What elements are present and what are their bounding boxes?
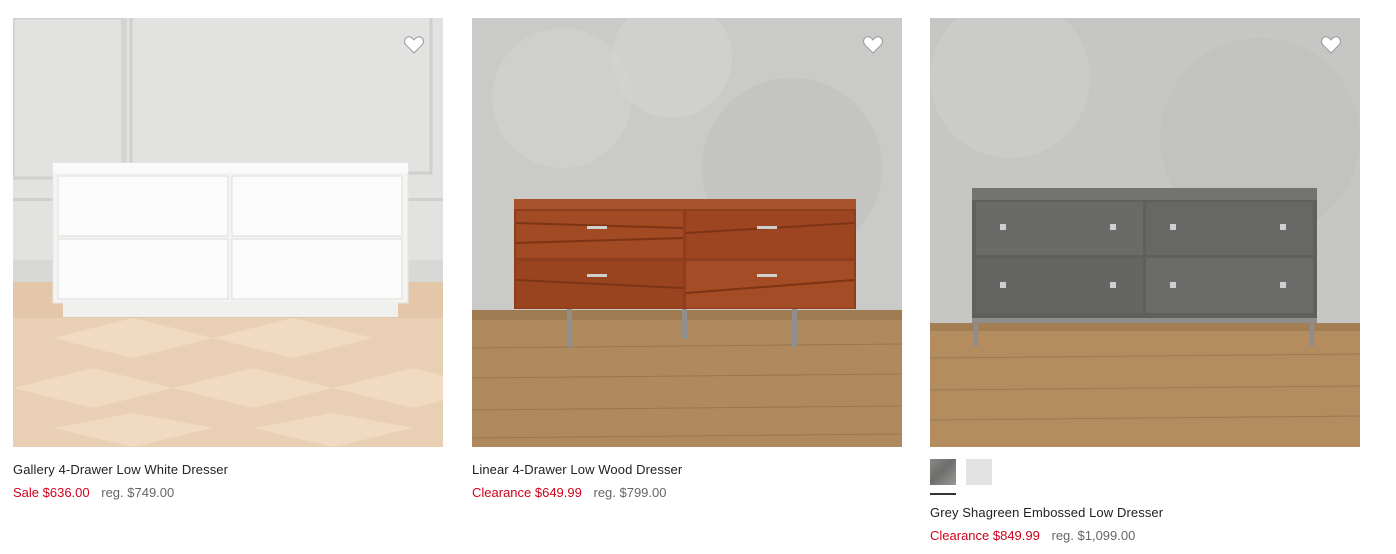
product-card[interactable]: Linear 4-Drawer Low Wood Dresser Clearan… — [472, 18, 902, 500]
product-card[interactable]: Grey Shagreen Embossed Low Dresser Clear… — [930, 18, 1360, 543]
heart-icon[interactable] — [404, 36, 424, 54]
product-name[interactable]: Linear 4-Drawer Low Wood Dresser — [472, 462, 902, 477]
product-image[interactable] — [472, 18, 902, 447]
swatch-light-grey[interactable] — [966, 459, 992, 485]
swatch-grey[interactable] — [930, 459, 956, 495]
sale-price: Clearance $649.99 — [472, 485, 582, 500]
regular-price: reg. $1,099.00 — [1051, 528, 1136, 543]
product-name[interactable]: Grey Shagreen Embossed Low Dresser — [930, 505, 1360, 520]
color-swatches — [930, 459, 1360, 495]
product-name[interactable]: Gallery 4-Drawer Low White Dresser — [13, 462, 443, 477]
sale-price: Clearance $849.99 — [930, 528, 1040, 543]
product-card[interactable]: Gallery 4-Drawer Low White Dresser Sale … — [13, 18, 443, 500]
regular-price: reg. $799.00 — [593, 485, 667, 500]
regular-price: reg. $749.00 — [101, 485, 175, 500]
sale-price: Sale $636.00 — [13, 485, 90, 500]
product-price: Sale $636.00 reg. $749.00 — [13, 485, 443, 500]
product-price: Clearance $849.99 reg. $1,099.00 — [930, 528, 1360, 543]
heart-icon[interactable] — [1321, 36, 1341, 54]
heart-icon[interactable] — [863, 36, 883, 54]
product-image[interactable] — [930, 18, 1360, 447]
product-price: Clearance $649.99 reg. $799.00 — [472, 485, 902, 500]
product-image[interactable] — [13, 18, 443, 447]
